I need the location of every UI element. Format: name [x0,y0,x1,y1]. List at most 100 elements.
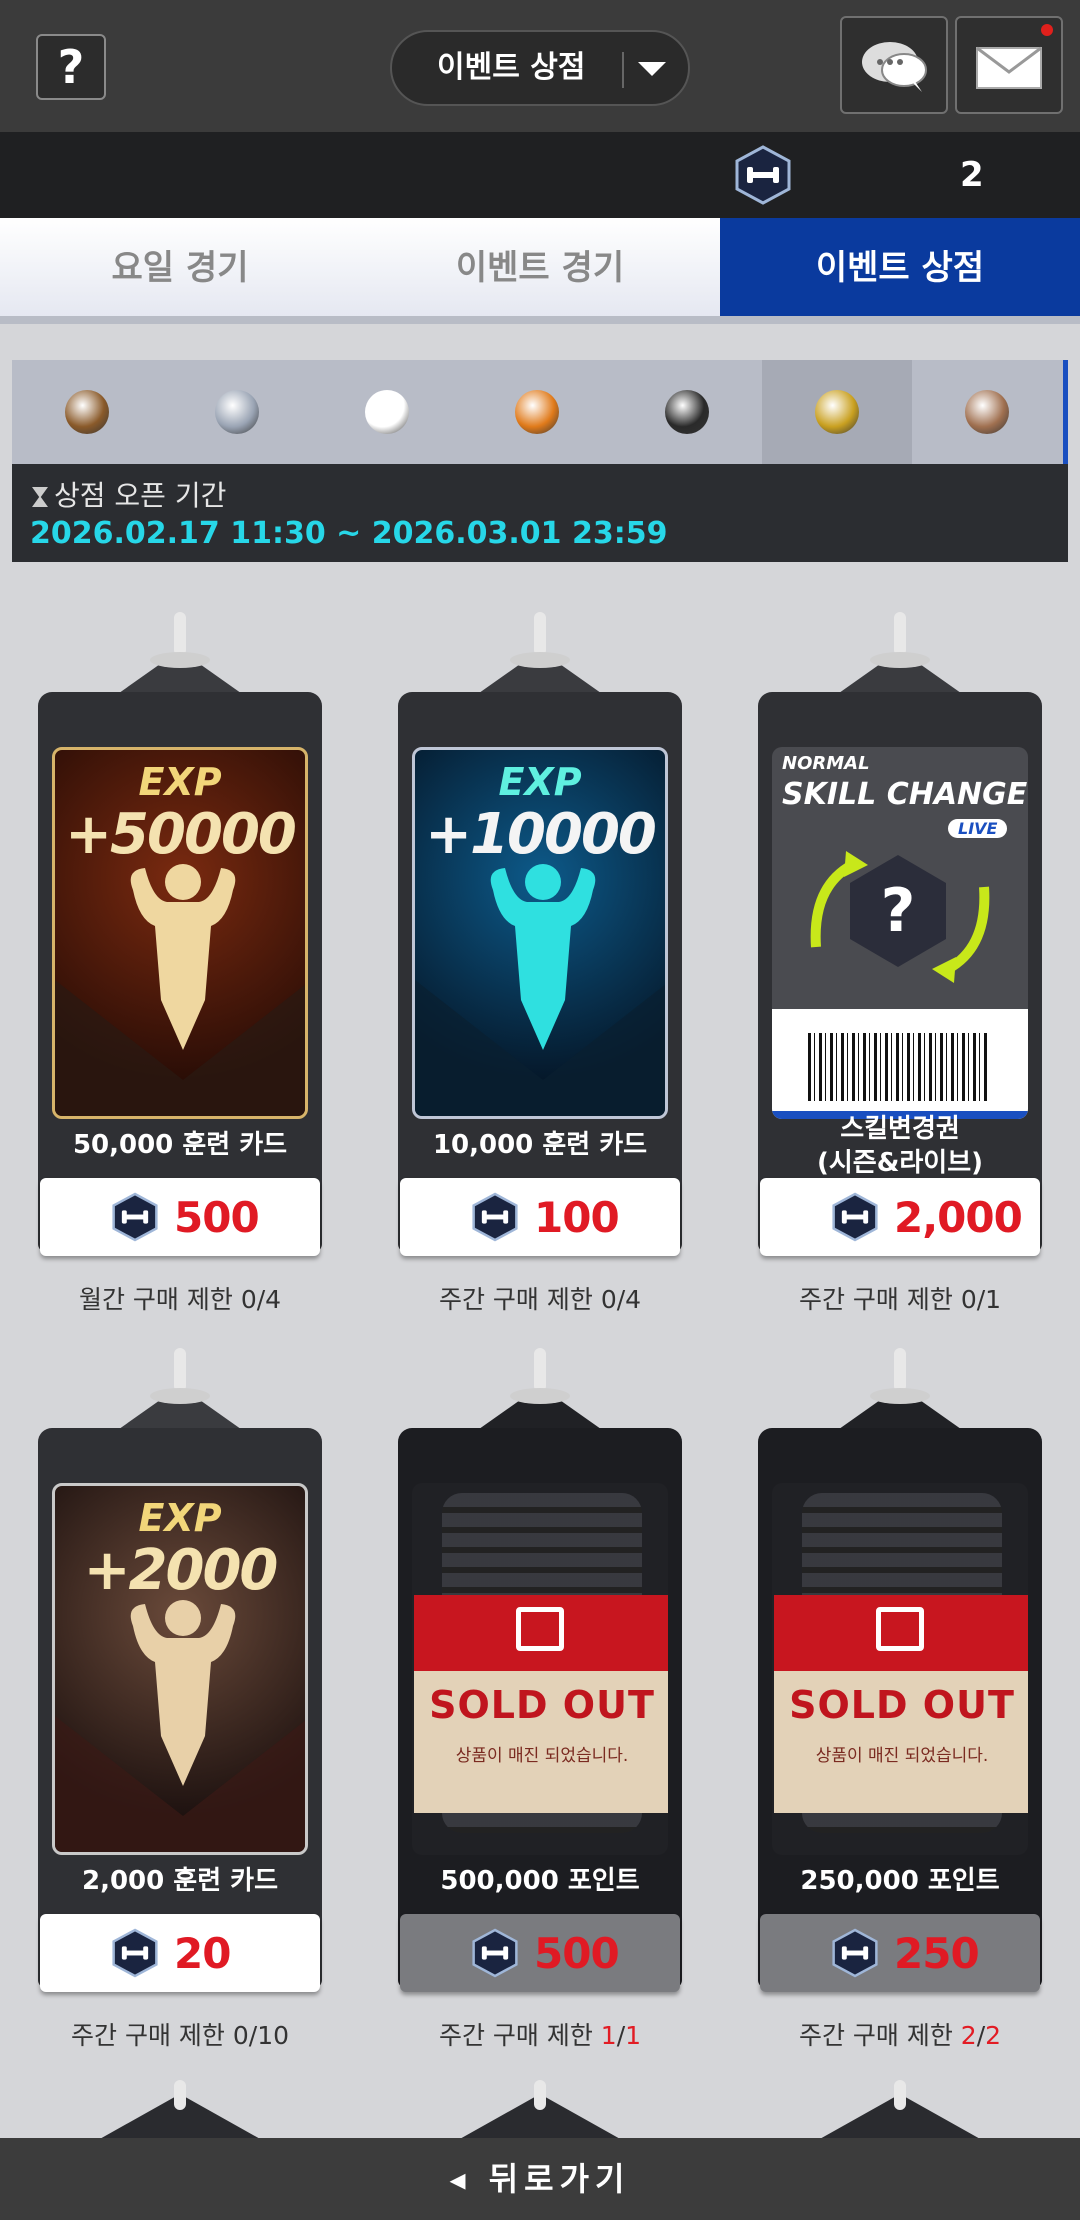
dumbbell-token-icon [472,1928,518,1978]
shop-selector-dropdown[interactable]: 이벤트 상점 [390,30,690,106]
purchase-limit-max: 2 [985,2021,1002,2050]
purchase-limit: 주간 구매 제한 2/2 [798,2021,1002,2050]
purchase-limit-max: 1 [625,2021,642,2050]
price-button[interactable]: 100 [400,1178,680,1256]
hanger-icon [818,2080,982,2140]
currency-bar: 2 [0,132,1080,218]
purchase-limit-count: 0/4 [600,1285,642,1314]
purchase-limit-label: 주간 구매 제한 [71,2021,225,2050]
chevron-down-icon [638,62,666,76]
purchase-limit-label: 월간 구매 제한 [78,1285,233,1314]
price-button[interactable]: 2,000 [760,1178,1040,1256]
price-value: 2,000 [894,1193,1023,1242]
product-tag: EXP +10000 10,000 훈련 카드 [398,692,682,1252]
swap-arrows-icon [810,851,990,983]
purchase-limit-count: 0/1 [960,1285,1002,1314]
dumbbell-token-icon [735,145,791,205]
product-name: 500,000 포인트 [440,1866,640,1896]
dumbbell-token-icon [112,1928,158,1978]
sold-out-message: 상품이 매진 되었습니다. [455,1746,629,1766]
product-name: 250,000 포인트 [800,1866,1000,1896]
bottom-back-bar: ◂ 뒤로가기 [0,2138,1080,2220]
price-button: 250 [760,1914,1040,1992]
purchase-limit: 주간 구매 제한 0/1 [758,1280,1042,1316]
purchase-limit: 주간 구매 제한 1/1 [438,2021,642,2050]
purchase-limit: 주간 구매 제한 0/10 [38,2016,322,2052]
skill-change-ticket-art: NORMAL SKILL CHANGE LIVE ? [772,747,1028,1119]
points-pack-art: SOLD OUT 상품이 매진 되었습니다. [412,1483,668,1855]
league-filter-3[interactable] [462,360,612,464]
back-button[interactable]: ◂ 뒤로가기 [0,2138,1080,2220]
product-tag: NORMAL SKILL CHANGE LIVE ? 스킬변경권 (시즌&라이브… [758,692,1042,1252]
barcode-icon [808,1033,988,1101]
league-filter-4[interactable] [612,360,762,464]
product-name: 10,000 훈련 카드 [432,1130,648,1160]
mail-button[interactable] [955,16,1063,114]
exp-card-art: EXP +50000 [52,747,308,1119]
product-name: 2,000 훈련 카드 [81,1866,279,1896]
sold-out-message: 상품이 매진 되었습니다. [815,1746,989,1766]
league-filter-6[interactable] [912,360,1062,464]
league-filter-5[interactable] [762,360,912,464]
bronze-league-badge-icon [965,390,1009,434]
purchase-limit: 주간 구매 제한 0/4 [398,1280,682,1316]
dumbbell-token-icon [112,1192,158,1242]
muscle-figure-icon [55,1600,305,1852]
orange-league-badge-icon [515,390,559,434]
notification-dot [1041,24,1053,36]
gift-icon [516,1607,564,1651]
league-filter-1[interactable] [162,360,312,464]
open-period-label: 상점 오픈 기간 [54,479,227,512]
league-filter-2[interactable] [312,360,462,464]
exp-card-art: EXP +2000 [52,1483,308,1855]
chat-bubble-icon [862,42,927,92]
product-name: 스킬변경권 (시즌&라이브) [758,1112,1042,1180]
muscle-figure-icon [415,864,665,1116]
korea-flag-badge-icon [365,390,409,434]
sold-out-label: SOLD OUT [429,1683,655,1727]
product-tag: EXP +50000 50,000 훈련 카드 [38,692,322,1252]
purchase-limit: 월간 구매 제한 0/4 [38,1280,322,1316]
league-filter-bar [12,360,1068,464]
purchase-limit-label: 주간 구매 제한 [798,1285,953,1314]
muscle-figure-icon [55,864,305,1116]
purchase-limit-label: 주간 구매 제한 [438,1285,593,1314]
product-name: 50,000 훈련 카드 [72,1130,288,1160]
tab-bar: 요일 경기 이벤트 경기 이벤트 상점 [0,218,1080,324]
tab-event-shop[interactable]: 이벤트 상점 [720,218,1080,324]
product-tag: SOLD OUT 상품이 매진 되었습니다. 500,000 포인트 [398,1428,682,1988]
purchase-limit-used: 1 [600,2021,617,2050]
exp-card-art: EXP +10000 [412,747,668,1119]
price-button[interactable]: 20 [40,1914,320,1992]
purchase-limit-used: 2 [960,2021,977,2050]
purchase-limit-label: 주간 구매 제한 [438,2021,593,2050]
price-value: 250 [894,1929,980,1978]
hanger-icon [98,2080,262,2140]
help-button[interactable]: ? [36,34,106,100]
black-league-badge-icon [665,390,709,434]
product-name-line2: (시즌&라이브) [816,1148,984,1178]
price-value: 500 [534,1929,620,1978]
open-period-label-row: 상점 오픈 기간 [32,474,226,514]
purchase-limit-count: 0/10 [232,2021,289,2050]
tab-daily-match[interactable]: 요일 경기 [0,218,360,324]
sold-out-label: SOLD OUT [789,1683,1015,1727]
price-value: 20 [174,1929,231,1978]
price-value: 500 [174,1193,260,1242]
product-tag: SOLD OUT 상품이 매진 되었습니다. 250,000 포인트 [758,1428,1042,1988]
hanger-icon [458,2080,622,2140]
price-button[interactable]: 500 [40,1178,320,1256]
tab-event-match[interactable]: 이벤트 경기 [360,218,720,324]
currency-count: 2 [960,155,984,195]
chat-button[interactable] [840,16,948,114]
shop-selector-label: 이벤트 상점 [437,50,586,85]
league-filter-0[interactable] [12,360,162,464]
divider [622,52,624,88]
price-button: 500 [400,1914,680,1992]
hourglass-icon [32,487,48,507]
gold-shield-badge-icon [815,390,859,434]
product-tag: EXP +2000 2,000 훈련 카드 [38,1428,322,1988]
silver-league-badge-icon [215,390,259,434]
shop-open-period: 상점 오픈 기간 2026.02.17 11:30 ~ 2026.03.01 2… [12,464,1068,562]
star-league-badge-icon [65,390,109,434]
